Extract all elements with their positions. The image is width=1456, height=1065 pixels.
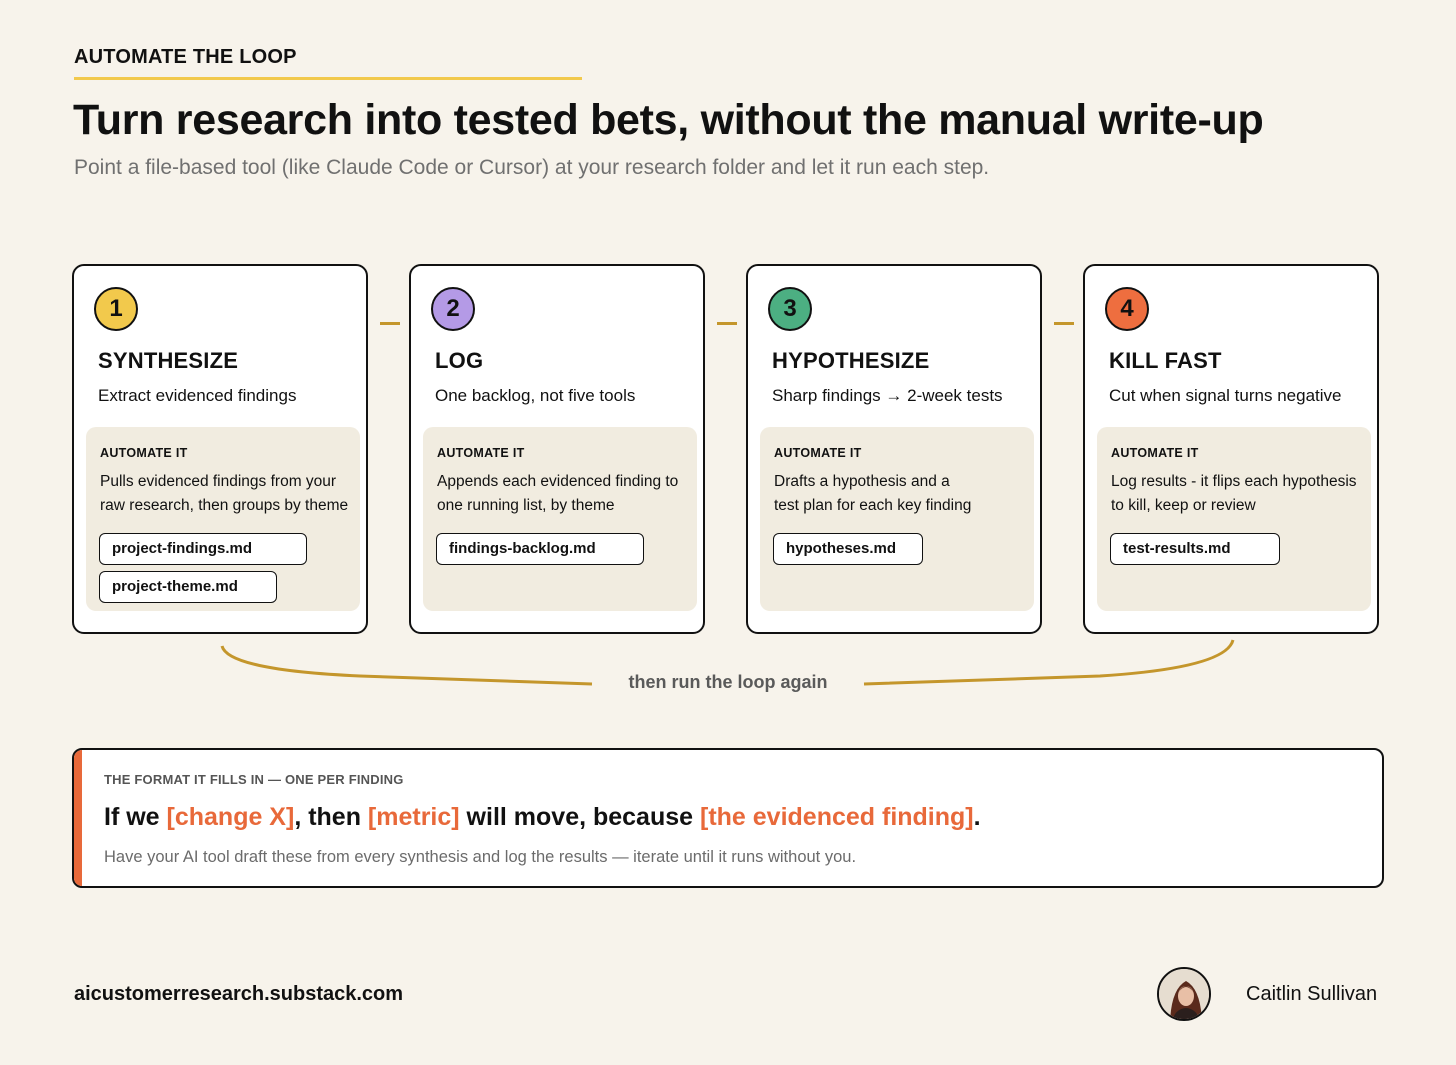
format-label: THE FORMAT IT FILLS IN — ONE PER FINDING	[104, 772, 404, 787]
format-text: .	[973, 803, 981, 831]
format-box: THE FORMAT IT FILLS IN — ONE PER FINDING…	[72, 748, 1384, 888]
format-placeholder-change: [change X]	[166, 803, 295, 831]
author-name: Caitlin Sullivan	[1246, 983, 1378, 1005]
loop-curve-left	[220, 645, 593, 686]
format-text: , then	[294, 803, 368, 831]
format-sentence: If we [change X], then [metric] will mov…	[104, 803, 981, 832]
format-text: will move, because	[459, 803, 700, 831]
format-placeholder-finding: [the evidenced finding]	[700, 803, 974, 831]
format-placeholder-metric: [metric]	[367, 803, 460, 831]
footer-url: aicustomerresearch.substack.com	[74, 983, 404, 1005]
format-note: Have your AI tool draft these from every…	[104, 848, 857, 866]
avatar	[1157, 967, 1211, 1021]
loop-back-curve	[220, 639, 1235, 686]
loop-label: then run the loop again	[628, 672, 828, 692]
format-accent-bar	[74, 750, 82, 886]
format-text: If we	[104, 803, 167, 831]
loop-curve-right	[863, 639, 1235, 686]
